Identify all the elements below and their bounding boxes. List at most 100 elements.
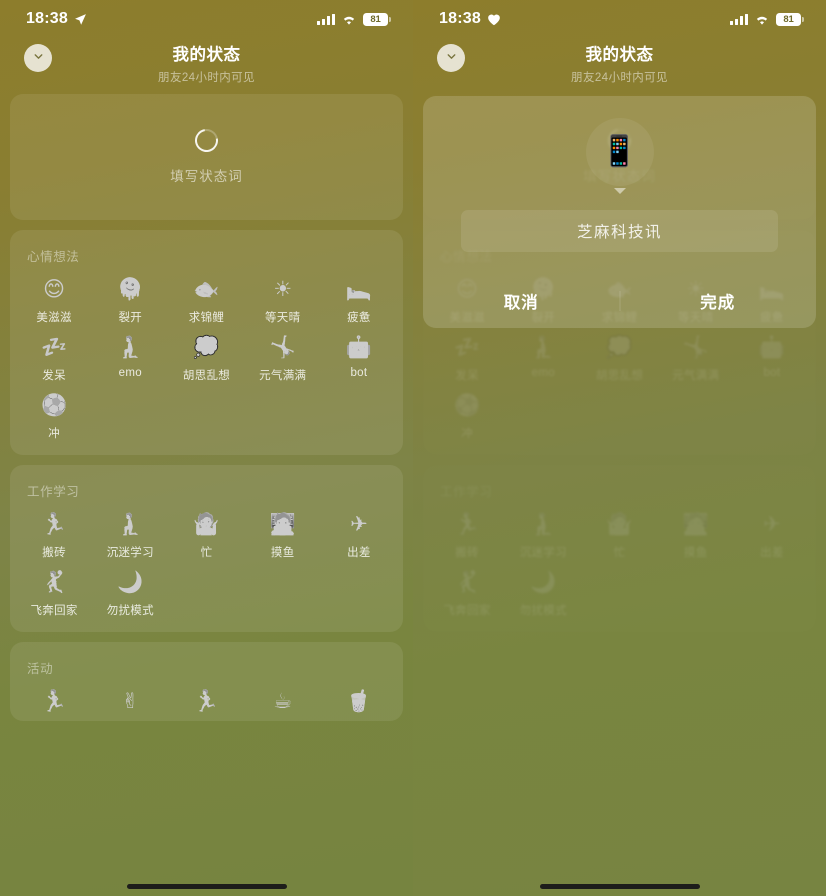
status-option-label: 摸鱼 xyxy=(683,547,708,559)
carrying-bricks-icon: 🏃 xyxy=(454,513,481,536)
status-input-placeholder: 填写状态词 xyxy=(170,169,243,184)
airplane-icon: ✈ xyxy=(350,513,368,536)
status-bar-left: 18:38 81 xyxy=(0,0,413,38)
victory-hand-icon: ✌ xyxy=(121,690,140,713)
home-indicator-left[interactable] xyxy=(126,884,287,889)
daydreaming-person-icon: 💤 xyxy=(454,336,481,359)
cracked-face-icon: 🫠 xyxy=(117,278,144,301)
status-option-label: bot xyxy=(763,367,781,379)
status-option-chong[interactable]: ⚽ 冲 xyxy=(16,393,92,441)
home-indicator-right[interactable] xyxy=(539,884,700,889)
battery-indicator: 81 xyxy=(776,12,804,26)
slacking-person-icon: 🧑‍💻 xyxy=(682,513,709,536)
dialog-divider xyxy=(619,291,620,311)
status-option-wurao[interactable]: 🌙 勿扰模式 xyxy=(92,570,168,618)
status-option-label: 沉迷学习 xyxy=(106,547,154,559)
page-subtitle: 朋友24小时内可见 xyxy=(158,72,255,84)
status-option-dengtianqing[interactable]: ☀ 等天晴 xyxy=(245,277,321,325)
robot-icon: 🤖 xyxy=(758,336,785,359)
status-option-banzhuan[interactable]: 🏃 搬砖 xyxy=(16,512,92,560)
status-option-label: 搬砖 xyxy=(42,547,66,559)
ring-circle-icon xyxy=(190,124,223,157)
status-option-activity-3[interactable]: 🏃 xyxy=(168,689,244,721)
koi-fish-icon: 🐟 xyxy=(193,278,220,301)
status-option-label: 勿扰模式 xyxy=(519,605,567,617)
header-titles: 我的状态 朋友24小时内可见 xyxy=(413,38,826,85)
section-title-activity: 活动 xyxy=(27,662,54,676)
section-grid-mood: 😊 美滋滋 🫠 裂开 🐟 求锦鲤 ☀ 等天晴 🛌 疲惫 💤 发呆 🧎 emo 💭… xyxy=(10,265,403,441)
dialog-layer: 📱 芝麻科技讯 取消 完成 xyxy=(413,96,826,328)
status-option-pibei[interactable]: 🛌 疲惫 xyxy=(321,277,397,325)
status-bar-left-group: 18:38 xyxy=(439,10,501,28)
status-option-label: bot xyxy=(350,367,368,379)
status-option-husiluanxiang[interactable]: 💭 胡思乱想 xyxy=(168,335,244,383)
status-option-label: 裂开 xyxy=(118,312,143,324)
crescent-moon-icon: 🌙 xyxy=(117,571,144,594)
status-option-moyu[interactable]: 🧑‍💻 摸鱼 xyxy=(245,512,321,560)
status-option-label: 勿扰模式 xyxy=(106,605,154,617)
airplane-icon: ✈ xyxy=(763,513,781,536)
status-option-mang[interactable]: 🤷 忙 xyxy=(168,512,244,560)
bubble-tea-icon: 🧋 xyxy=(345,690,372,713)
studying-person-icon: 🧎 xyxy=(117,513,144,536)
status-option-label: 胡思乱想 xyxy=(595,370,644,382)
cancel-button[interactable]: 取消 xyxy=(423,289,620,313)
status-option-husiluanxiang: 💭 胡思乱想 xyxy=(581,335,657,383)
status-option-feibenhuijia[interactable]: 🤾 飞奔回家 xyxy=(16,570,92,618)
status-option-chuchai[interactable]: ✈ 出差 xyxy=(321,512,397,560)
mobile-phone-icon[interactable]: 📱 xyxy=(585,118,654,186)
confirm-button[interactable]: 完成 xyxy=(620,289,817,313)
wifi-icon xyxy=(754,13,770,25)
status-option-emo[interactable]: 🧎 emo xyxy=(92,335,168,383)
status-option-label: emo xyxy=(531,367,555,379)
status-option-activity-2[interactable]: ✌ xyxy=(92,689,168,721)
coffee-cup-icon: ☕ xyxy=(273,690,293,713)
status-text-input[interactable]: 芝麻科技讯 xyxy=(461,210,778,252)
chevron-down-icon xyxy=(445,50,458,66)
status-option-feibenhuijia: 🤾 飞奔回家 xyxy=(429,570,505,618)
status-option-label: 飞奔回家 xyxy=(30,605,78,617)
status-option-label: 搬砖 xyxy=(455,547,479,559)
status-option-label: emo xyxy=(118,367,142,379)
status-option-bot[interactable]: 🤖 bot xyxy=(321,335,397,383)
clock-time: 18:38 xyxy=(26,10,68,27)
slacking-person-icon: 🧑‍💻 xyxy=(269,513,296,536)
status-option-wurao: 🌙 勿扰模式 xyxy=(505,570,581,618)
robot-icon: 🤖 xyxy=(345,336,372,359)
section-card-mood: 心情想法 😊 美滋滋 🫠 裂开 🐟 求锦鲤 ☀ 等天晴 🛌 疲惫 💤 发呆 🧎 … xyxy=(10,230,403,455)
status-bar-right-group: 81 xyxy=(730,12,804,26)
status-option-label: 疲惫 xyxy=(347,312,371,324)
status-option-qiujinli[interactable]: 🐟 求锦鲤 xyxy=(168,277,244,325)
status-option-activity-1[interactable]: 🏃 xyxy=(16,689,92,721)
smiling-face-icon: 😊 xyxy=(43,278,66,301)
status-bar-right: 18:38 81 xyxy=(413,0,826,38)
status-option-yuanqimanman[interactable]: 🤸 元气满满 xyxy=(245,335,321,383)
status-option-fadai[interactable]: 💤 发呆 xyxy=(16,335,92,383)
sad-person-icon: 🧎 xyxy=(530,336,557,359)
status-option-chenmixuexi[interactable]: 🧎 沉迷学习 xyxy=(92,512,168,560)
cellular-signal-icon xyxy=(317,13,335,25)
dialog-avatar-wrap[interactable]: 📱 xyxy=(585,118,654,194)
sun-icon: ☀ xyxy=(273,278,293,301)
crescent-moon-icon: 🌙 xyxy=(530,571,557,594)
battery-level: 81 xyxy=(776,12,801,26)
status-option-label: 摸鱼 xyxy=(270,547,295,559)
page-header-right: 我的状态 朋友24小时内可见 xyxy=(413,38,826,94)
running-home-icon: 🤾 xyxy=(41,571,68,594)
collapse-button[interactable] xyxy=(437,44,465,72)
status-option-meizizi[interactable]: 😊 美滋滋 xyxy=(16,277,92,325)
status-option-label: 发呆 xyxy=(42,370,66,382)
status-option-activity-4[interactable]: ☕ xyxy=(245,689,321,721)
sparkling-person-icon: 🤸 xyxy=(269,336,296,359)
section-grid-work: 🏃 搬砖 🧎 沉迷学习 🤷 忙 🧑‍💻 摸鱼 xyxy=(423,500,816,618)
status-option-label: 冲 xyxy=(48,428,60,440)
content-left: 填写状态词 心情想法 😊 美滋滋 🫠 裂开 🐟 求锦鲤 ☀ 等天晴 🛌 疲惫 💤… xyxy=(0,94,413,721)
status-bar-left-group: 18:38 xyxy=(26,10,87,28)
status-option-activity-5[interactable]: 🧋 xyxy=(321,689,397,721)
status-input-card[interactable]: 填写状态词 xyxy=(10,94,403,220)
status-option-label: 胡思乱想 xyxy=(182,370,231,382)
collapse-button[interactable] xyxy=(24,44,52,72)
soccer-rush-icon: ⚽ xyxy=(454,394,481,417)
status-option-banzhuan: 🏃 搬砖 xyxy=(429,512,505,560)
status-option-liekai[interactable]: 🫠 裂开 xyxy=(92,277,168,325)
